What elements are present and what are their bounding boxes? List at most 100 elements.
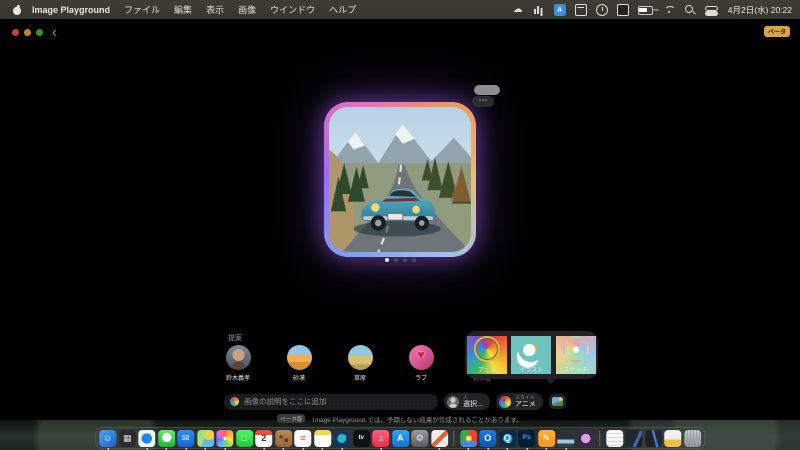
dock-icon-chrome[interactable] xyxy=(459,429,477,450)
suggestion-item[interactable]: 砂漠 xyxy=(283,345,315,382)
dock-icon-glyph: ✎ xyxy=(542,432,551,443)
style-option-label: スケッチ xyxy=(563,368,588,374)
style-chip[interactable]: スタイル アニメ xyxy=(495,393,543,410)
dock-icon-glyph: ☺ xyxy=(103,432,113,443)
style-ball-icon xyxy=(498,395,511,408)
dock-icon-trash[interactable] xyxy=(683,429,701,447)
carousel-dot[interactable] xyxy=(402,258,407,262)
status-icon[interactable] xyxy=(553,3,566,16)
dock-icon-photoshop[interactable]: Ps xyxy=(518,429,536,450)
dock-icon-glyph: ⚙ xyxy=(415,432,424,443)
dock-icon-outlook[interactable]: O xyxy=(479,429,497,450)
menu-items: ファイル 編集 表示 画像 ウインドウ ヘルプ xyxy=(124,3,370,16)
dock-icon-glyph: ♫ xyxy=(377,432,385,443)
back-button[interactable]: ‹ xyxy=(52,24,57,41)
status-icon[interactable] xyxy=(684,4,696,16)
dock-icon-music[interactable]: ♫ xyxy=(372,429,390,450)
dock-icon-facetime[interactable]: □ xyxy=(235,429,253,447)
dock-icon-reminders[interactable]: ≡ xyxy=(294,429,312,450)
dock-icon-calendar[interactable]: 2 xyxy=(255,429,273,450)
add-media-button[interactable] xyxy=(548,394,566,409)
disclaimer: ベータ版 Image Playground では、予期しない結果が作成されること… xyxy=(0,410,800,428)
dock-icon-glyph: Q xyxy=(503,432,511,443)
dock-icon-quicktime[interactable]: Q xyxy=(498,429,516,450)
status-icon[interactable] xyxy=(637,4,654,16)
status-icon[interactable] xyxy=(704,4,718,16)
dock-icon-mail[interactable]: ✉ xyxy=(177,429,195,450)
suggestion-thumbnail-icon xyxy=(286,345,312,370)
carousel-dot[interactable] xyxy=(411,258,416,262)
carousel-dot[interactable] xyxy=(384,258,389,262)
dock-icon-app-store[interactable]: A xyxy=(391,429,409,447)
dock-icon-minimized-window[interactable] xyxy=(644,429,662,447)
dock-icon-weather-circle-app[interactable] xyxy=(333,429,351,450)
prompt-input[interactable]: 画像の説明をここに追加 xyxy=(224,393,438,410)
dock-icon-launchpad[interactable]: ▦ xyxy=(118,429,136,447)
dock-icon-finder[interactable]: ☺ xyxy=(99,429,117,450)
menu-item[interactable]: ファイル xyxy=(124,3,160,16)
style-option[interactable]: アニメ xyxy=(467,336,508,374)
disclaimer-text: Image Playground では、予期しない結果が作成されることがあります… xyxy=(312,416,523,424)
style-thumbnail-icon xyxy=(563,336,589,362)
style-option[interactable]: イラスト xyxy=(511,336,552,374)
minimize-window-button[interactable] xyxy=(24,29,31,36)
suggestion-thumbnail-icon xyxy=(347,345,373,370)
suggestion-item[interactable]: 草原 xyxy=(344,345,376,382)
dock-icon-notes[interactable] xyxy=(313,429,331,450)
style-thumbnail-icon xyxy=(474,336,501,362)
suggestion-label: ラブ xyxy=(414,376,427,382)
dock-icon-system-settings[interactable]: ⚙ xyxy=(411,429,429,447)
menu-item[interactable]: 編集 xyxy=(174,3,192,16)
suggestion-label: 砂漠 xyxy=(292,376,305,382)
person-chip[interactable]: 人 選択... xyxy=(444,393,490,410)
menu-item[interactable]: 表示 xyxy=(206,3,224,16)
carousel-dot[interactable] xyxy=(393,258,398,262)
app-menu-title[interactable]: Image Playground xyxy=(32,5,110,15)
dock-icon-purple-circle-app[interactable] xyxy=(576,429,594,447)
dock-icon-glyph: 2 xyxy=(261,432,267,443)
dock-icon-pages[interactable]: ✎ xyxy=(537,429,555,450)
dock-icon-downloads-folder[interactable] xyxy=(664,429,682,447)
status-icon[interactable] xyxy=(616,3,629,16)
suggestion-label: 鈴木義孝 xyxy=(225,376,250,382)
generated-image-card[interactable] xyxy=(324,102,476,257)
status-icon[interactable] xyxy=(512,4,524,16)
dock-icon-photos[interactable] xyxy=(216,429,234,450)
style-option-label: アニメ xyxy=(478,368,497,374)
menu-item[interactable]: ウインドウ xyxy=(270,3,315,16)
carousel-dots xyxy=(0,258,800,262)
status-icon[interactable] xyxy=(595,3,608,16)
person-chip-value: 選択... xyxy=(463,401,483,408)
hover-bubble xyxy=(474,85,500,95)
dock-icon-image-playground[interactable] xyxy=(430,429,448,450)
style-option-label: イラスト xyxy=(519,368,544,374)
dock-icon-minimized-window[interactable] xyxy=(625,429,643,447)
prompt-placeholder: 画像の説明をここに追加 xyxy=(244,397,327,406)
apple-menu-icon[interactable] xyxy=(12,5,22,15)
composer-bar: 画像の説明をここに追加 人 選択... スタイル アニメ xyxy=(224,393,588,410)
status-icon[interactable] xyxy=(574,3,587,16)
dock-icon-apple-tv[interactable]: tv xyxy=(352,429,370,447)
menu-item[interactable]: ヘルプ xyxy=(329,3,356,16)
zoom-window-button[interactable] xyxy=(36,29,43,36)
dock-icon-maps[interactable] xyxy=(196,429,214,450)
menu-item[interactable]: 画像 xyxy=(238,3,256,16)
status-icon[interactable] xyxy=(663,4,675,16)
menu-bar-clock[interactable]: 4月2日(水) 20:22 xyxy=(728,4,792,16)
status-tray: 4月2日(水) 20:22 xyxy=(512,3,792,16)
dock-icon-glyph: ≡ xyxy=(300,432,306,443)
style-option[interactable]: スケッチ xyxy=(555,336,596,374)
close-window-button[interactable] xyxy=(12,29,19,36)
suggestions-row: 鈴木義孝 砂漠 草原 ラブ 初の雪 xyxy=(222,345,498,382)
dock-icon-media-dark-app[interactable] xyxy=(557,429,575,450)
dock-icon-document-file[interactable] xyxy=(605,429,623,447)
status-icons xyxy=(512,3,718,16)
suggestion-item[interactable]: ラブ xyxy=(405,345,437,382)
more-options-button[interactable]: ⋯ xyxy=(472,96,494,107)
dock-icon-safari[interactable] xyxy=(138,429,156,450)
dock-icon-cork-board[interactable] xyxy=(274,429,292,450)
generated-car-image xyxy=(329,107,471,252)
status-icon[interactable] xyxy=(533,4,545,16)
suggestion-item[interactable]: 鈴木義孝 xyxy=(222,345,254,382)
dock-icon-messages[interactable] xyxy=(157,429,175,450)
